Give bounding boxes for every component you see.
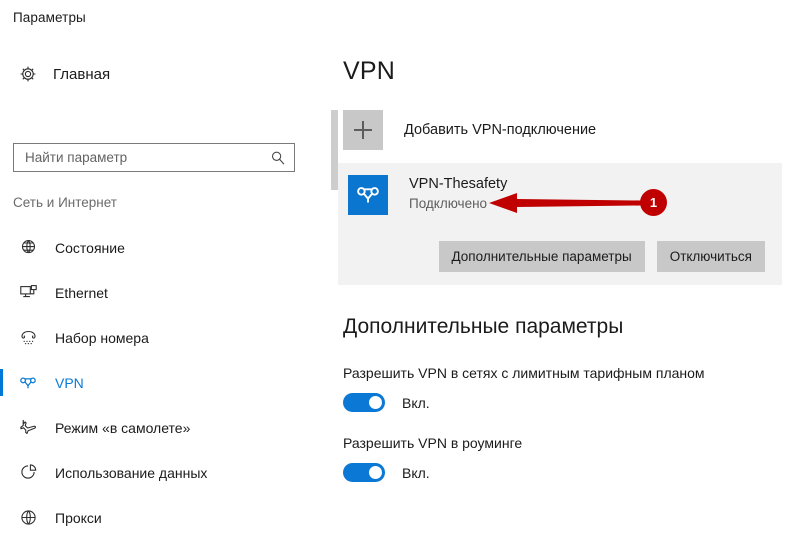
window-title: Параметры (13, 10, 86, 25)
search-icon[interactable] (270, 150, 286, 171)
dialup-icon (13, 328, 43, 347)
search-input[interactable] (23, 144, 262, 171)
disconnect-button[interactable]: Отключиться (656, 241, 765, 272)
vpn-icon (13, 373, 43, 393)
vpn-connection-status: Подключено (409, 196, 488, 211)
sidebar-item-home[interactable]: Главная (0, 57, 310, 91)
vpn-connection-name: VPN-Thesafety (409, 176, 508, 192)
sidebar-nav: Состояние Ethernet Набор номера VPN Режи… (0, 225, 330, 540)
sidebar-item-dialup[interactable]: Набор номера (0, 315, 330, 360)
sidebar-item-ethernet[interactable]: Ethernet (0, 270, 330, 315)
gear-icon (13, 65, 43, 83)
sidebar-scrollbar-thumb[interactable] (331, 110, 338, 190)
vpn-connection-header: VPN-Thesafety Подключено (348, 175, 507, 215)
vpn-connection-icon (348, 175, 388, 215)
option-roaming: Разрешить VPN в роуминге Вкл. (343, 435, 522, 482)
airplane-icon (13, 418, 43, 437)
add-vpn-connection-label: Добавить VPN-подключение (404, 122, 597, 138)
option-metered-networks: Разрешить VPN в сетях с лимитным тарифны… (343, 365, 705, 412)
option-metered-networks-toggle[interactable] (343, 393, 385, 412)
ethernet-icon (13, 283, 43, 302)
selection-bar (0, 324, 3, 351)
plus-icon (343, 110, 383, 150)
main-content: VPN Добавить VPN-подключение VPN-Thesafe… (338, 40, 799, 517)
sidebar-item-status-label: Состояние (55, 239, 125, 256)
sidebar-group-header: Сеть и Интернет (13, 195, 117, 210)
sidebar-item-vpn[interactable]: VPN (0, 360, 330, 405)
sidebar-item-airplane-mode-label: Режим «в самолете» (55, 419, 191, 436)
sidebar: Главная Сеть и Интернет (0, 40, 330, 526)
sidebar-item-proxy[interactable]: Прокси (0, 495, 330, 540)
option-metered-networks-label: Разрешить VPN в сетях с лимитным тарифны… (343, 365, 705, 381)
option-roaming-state: Вкл. (402, 464, 430, 481)
sidebar-item-home-label: Главная (53, 65, 111, 83)
globe-status-icon (13, 238, 43, 257)
sidebar-item-status[interactable]: Состояние (0, 225, 330, 270)
sidebar-item-data-usage[interactable]: Использование данных (0, 450, 330, 495)
page-title: VPN (343, 57, 396, 85)
selection-bar (0, 279, 3, 306)
option-metered-networks-toggle-row: Вкл. (343, 393, 705, 412)
data-usage-icon (13, 463, 43, 482)
sidebar-item-data-usage-label: Использование данных (55, 464, 208, 481)
sidebar-item-ethernet-label: Ethernet (55, 284, 108, 301)
vpn-connection-actions: Дополнительные параметры Отключиться (438, 241, 765, 272)
option-metered-networks-state: Вкл. (402, 394, 430, 411)
vpn-connection-card[interactable]: VPN-Thesafety Подключено Дополнительные … (338, 163, 782, 285)
title-bar: Параметры (0, 0, 799, 40)
option-roaming-toggle[interactable] (343, 463, 385, 482)
add-vpn-connection-button[interactable]: Добавить VPN-подключение (343, 110, 596, 150)
sidebar-item-dialup-label: Набор номера (55, 329, 149, 346)
selection-bar (0, 504, 3, 531)
advanced-section-title: Дополнительные параметры (343, 315, 624, 338)
selection-bar (0, 414, 3, 441)
vpn-connection-meta: VPN-Thesafety Подключено (409, 175, 507, 213)
sidebar-item-proxy-label: Прокси (55, 509, 102, 526)
sidebar-item-vpn-label: VPN (55, 374, 84, 391)
selection-bar (0, 459, 3, 486)
sidebar-item-airplane-mode[interactable]: Режим «в самолете» (0, 405, 330, 450)
proxy-globe-icon (13, 508, 43, 527)
settings-window: Параметры Главная Найти параметр Сеть и … (0, 0, 799, 526)
option-roaming-label: Разрешить VPN в роуминге (343, 435, 523, 451)
advanced-options-button[interactable]: Дополнительные параметры (438, 241, 645, 272)
selection-bar (0, 234, 3, 261)
selection-bar (0, 369, 3, 396)
option-roaming-toggle-row: Вкл. (343, 463, 522, 482)
search-box[interactable] (13, 143, 295, 172)
